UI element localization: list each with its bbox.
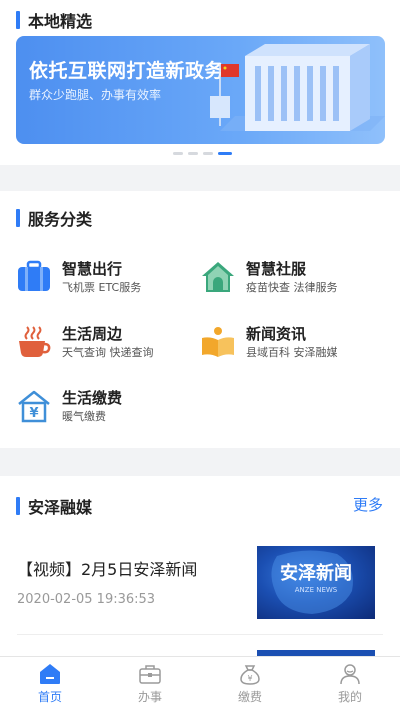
services-header: 服务分类: [0, 208, 93, 229]
service-name: 新闻资讯: [246, 325, 307, 343]
services-title: 服务分类: [28, 210, 93, 229]
app-page: 本地精选 依托互联网打造新政务 群众少跑腿、办事有效率 服务分类 智慧出行 飞机…: [0, 0, 400, 710]
service-name: 生活缴费: [62, 389, 123, 407]
media-section: 安泽融媒 更多 【视频】2月5日安泽新闻 2020-02-05 19:36:53…: [0, 476, 400, 656]
carousel-dot[interactable]: [187, 152, 198, 155]
promo-banner[interactable]: 依托互联网打造新政务 群众少跑腿、办事有效率: [16, 36, 385, 144]
service-name: 生活周边: [62, 325, 123, 343]
news-title: 【视频】2月5日安泽新闻: [17, 560, 198, 579]
tab-payment[interactable]: ¥ 缴费: [200, 657, 300, 710]
banner-title: 依托互联网打造新政务: [29, 60, 225, 82]
local-picks-title: 本地精选: [28, 12, 93, 31]
coffee-cup-icon: [19, 326, 51, 357]
tab-label: 缴费: [237, 690, 262, 704]
service-name: 智慧社服: [246, 260, 307, 278]
local-picks-section: 本地精选 依托互联网打造新政务 群众少跑腿、办事有效率: [0, 0, 400, 165]
news-thumbnail-art: 安泽新闻 ANZE NEWS: [271, 550, 353, 614]
more-link[interactable]: 更多: [353, 494, 383, 515]
service-smart-social[interactable]: 智慧社服 疫苗快查 法律服务: [200, 259, 338, 296]
service-life-nearby[interactable]: 生活周边 天气查询 快递查询: [16, 324, 154, 361]
carousel-dot-active[interactable]: [217, 152, 232, 155]
home-icon: [202, 262, 234, 292]
service-desc: 疫苗快查 法律服务: [246, 281, 338, 294]
thumbnail-title: 安泽新闻: [280, 562, 352, 584]
home-icon: [40, 664, 60, 684]
tab-home[interactable]: 首页: [0, 657, 100, 710]
tab-profile[interactable]: 我的: [300, 657, 400, 710]
service-desc: 天气查询 快递查询: [62, 346, 154, 359]
media-header: 安泽融媒: [0, 496, 93, 517]
section-accent-bar: [16, 497, 20, 515]
svg-text:¥: ¥: [247, 674, 252, 683]
open-book-icon: [202, 327, 234, 357]
carousel-indicator: [0, 152, 400, 155]
bottom-tab-bar: 首页 办事 ¥ 缴费 我的: [0, 656, 400, 710]
government-building-illustration: [210, 44, 385, 131]
money-bag-icon: ¥: [240, 665, 260, 685]
service-desc: 飞机票 ETC服务: [62, 281, 142, 294]
user-icon: [340, 664, 360, 685]
tab-services[interactable]: 办事: [100, 657, 200, 710]
tab-label: 首页: [37, 690, 62, 704]
suitcase-icon: [18, 260, 50, 291]
svg-text:¥: ¥: [29, 406, 38, 421]
service-name: 智慧出行: [62, 260, 123, 278]
news-date: 2020-02-05 19:36:53: [17, 592, 156, 607]
service-news[interactable]: 新闻资讯 县域百科 安泽融媒: [200, 324, 338, 361]
news-thumbnail: 安泽新闻 ANZE NEWS: [257, 546, 375, 619]
service-categories-section: 服务分类 智慧出行 飞机票 ETC服务 智慧社服 疫苗快查 法律服务 生活周边 …: [0, 191, 400, 448]
tab-label: 我的: [337, 690, 362, 704]
media-title: 安泽融媒: [28, 498, 93, 517]
yuan-house-icon: ¥: [18, 390, 50, 423]
carousel-dot[interactable]: [202, 152, 213, 155]
banner-subtitle: 群众少跑腿、办事有效率: [29, 88, 162, 102]
service-desc: 县域百科 安泽融媒: [246, 346, 338, 359]
tab-label: 办事: [137, 690, 162, 704]
divider: [17, 634, 383, 635]
briefcase-icon: [139, 665, 161, 684]
service-desc: 暖气缴费: [62, 410, 106, 423]
carousel-dot[interactable]: [172, 152, 183, 155]
service-smart-travel[interactable]: 智慧出行 飞机票 ETC服务: [16, 259, 141, 296]
section-accent-bar: [16, 11, 20, 29]
service-bill-payment[interactable]: ¥ 生活缴费 暖气缴费: [16, 388, 122, 425]
local-picks-header: 本地精选: [0, 10, 93, 31]
thumbnail-subtitle: ANZE NEWS: [295, 586, 338, 594]
section-accent-bar: [16, 209, 20, 227]
